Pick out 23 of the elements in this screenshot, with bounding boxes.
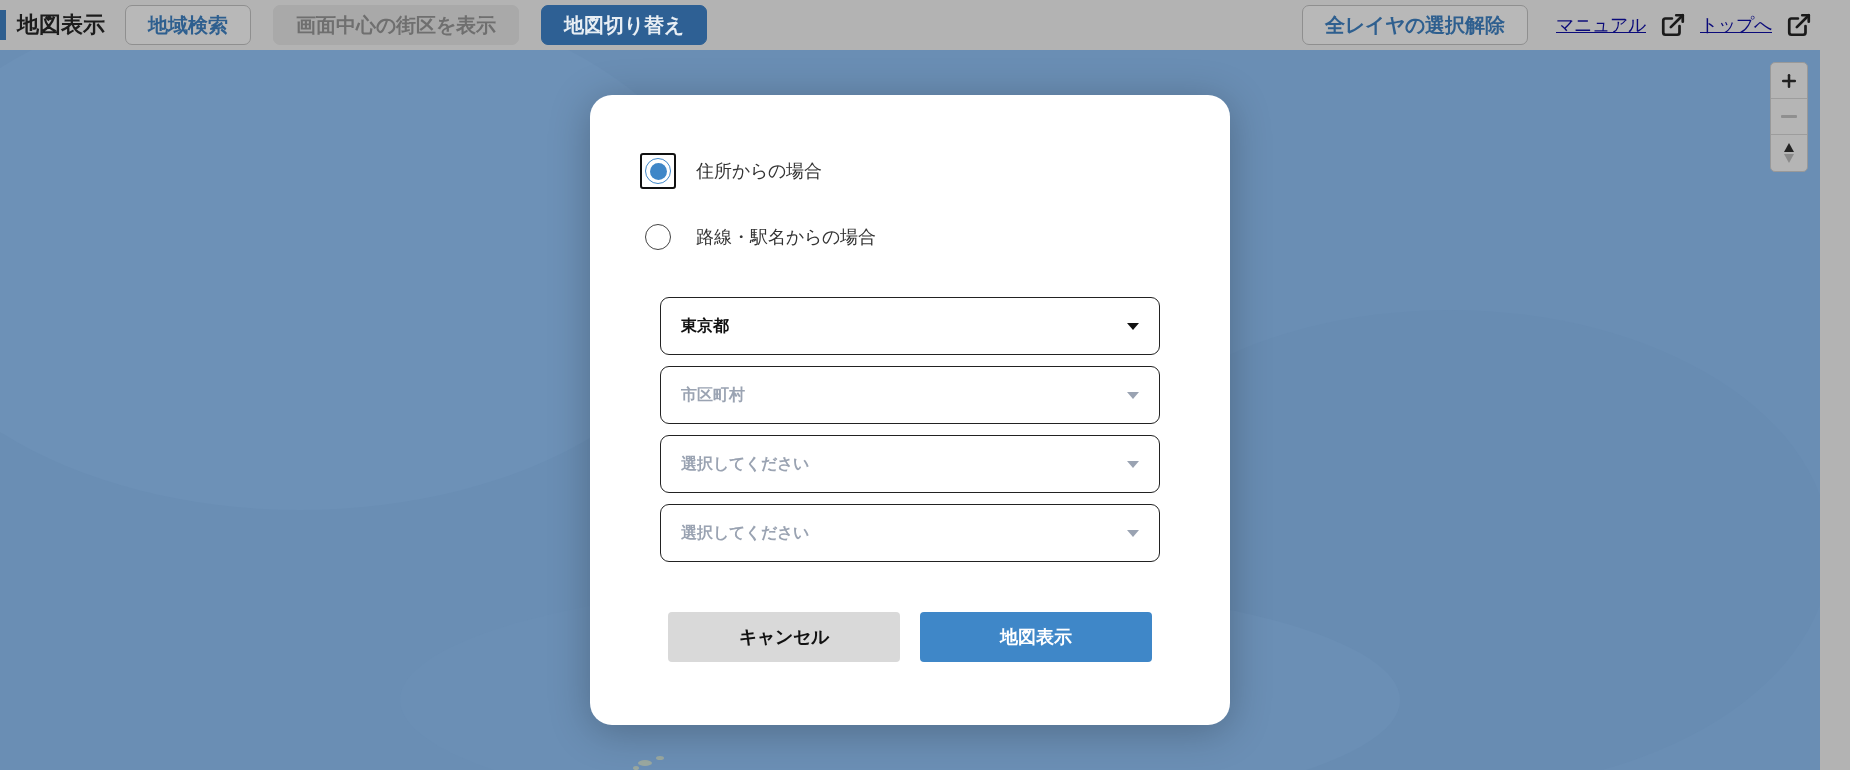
select-field[interactable]: 東京都 [660,297,1160,355]
compass-icon [1783,142,1795,164]
radio-label: 路線・駅名からの場合 [696,225,876,249]
caret-icon [1127,529,1139,537]
minus-icon [1781,115,1797,118]
caret-icon [1127,391,1139,399]
cancel-button[interactable]: キャンセル [668,612,900,662]
header-link[interactable]: トップへ [1700,13,1772,37]
select-field[interactable]: 選択してください [660,504,1160,562]
clear-layers-button[interactable]: 全レイヤの選択解除 [1302,5,1528,45]
map-switch-button[interactable]: 地図切り替え [541,5,707,45]
caret-icon [1127,460,1139,468]
page-title: 地図表示 [0,10,105,40]
external-link-icon [1660,12,1686,38]
radio-button[interactable] [640,153,676,189]
select-field[interactable]: 選択してください [660,435,1160,493]
show-map-button[interactable]: 地図表示 [920,612,1152,662]
header-link[interactable]: マニュアル [1556,13,1646,37]
toolbar-button[interactable]: 地域検索 [125,5,251,45]
external-link-icon [1786,12,1812,38]
radio-label: 住所からの場合 [696,159,822,183]
caret-icon [1127,322,1139,330]
select-field[interactable]: 市区町村 [660,366,1160,424]
